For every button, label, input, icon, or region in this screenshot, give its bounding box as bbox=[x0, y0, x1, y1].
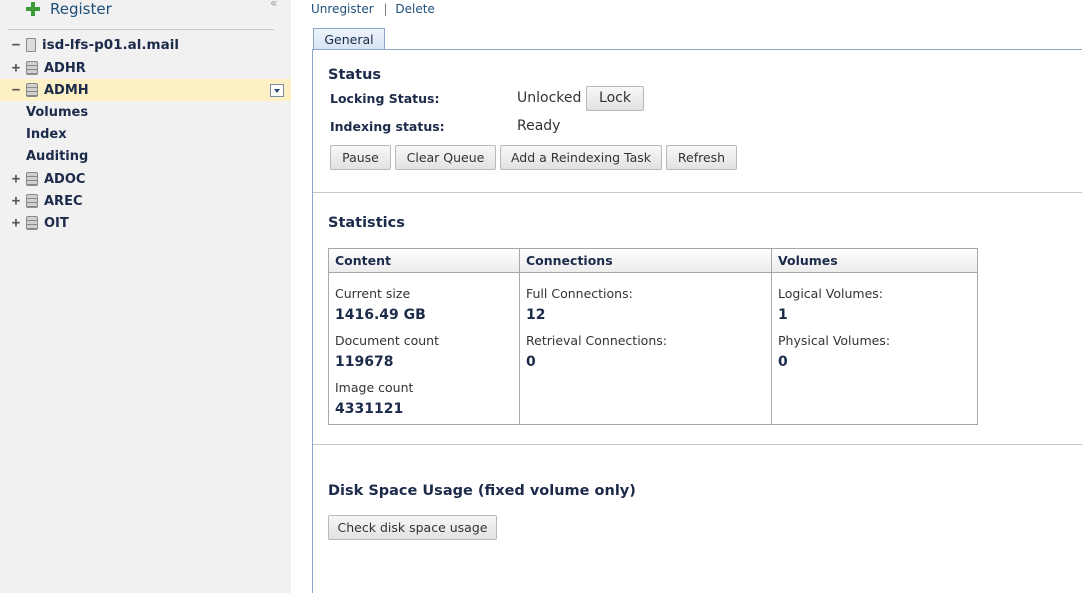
expand-toggle-icon[interactable]: + bbox=[8, 215, 24, 231]
tree-item-adoc[interactable]: + ADOC bbox=[0, 168, 291, 190]
disk-space-title: Disk Space Usage (fixed volume only) bbox=[328, 483, 636, 499]
clear-queue-button[interactable]: Clear Queue bbox=[395, 145, 496, 170]
tree-root[interactable]: − isd-lfs-p01.al.mail bbox=[0, 34, 291, 56]
statistics-table: Content Current size 1416.49 GB Document… bbox=[328, 248, 978, 425]
database-icon bbox=[26, 172, 38, 186]
expand-toggle-icon[interactable]: + bbox=[8, 193, 24, 209]
sidebar: Register « − isd-lfs-p01.al.mail + ADHR … bbox=[0, 0, 291, 593]
refresh-button[interactable]: Refresh bbox=[666, 145, 737, 170]
expand-toggle-icon[interactable]: + bbox=[8, 171, 24, 187]
dropdown-icon[interactable] bbox=[270, 84, 284, 97]
locking-status-label: Locking Status: bbox=[330, 91, 440, 106]
retrieval-connections-value: 0 bbox=[526, 354, 536, 370]
database-icon bbox=[26, 194, 38, 208]
add-icon bbox=[26, 2, 40, 16]
document-count-value: 119678 bbox=[335, 354, 394, 370]
stats-column-volumes: Volumes Logical Volumes: 1 Physical Volu… bbox=[771, 249, 977, 424]
statistics-title: Statistics bbox=[328, 215, 405, 231]
tree-item-label: AREC bbox=[44, 193, 83, 209]
lock-button[interactable]: Lock bbox=[586, 86, 644, 111]
locking-status-value: Unlocked bbox=[517, 90, 582, 106]
register-label: Register bbox=[50, 0, 112, 18]
tree-item-label: ADOC bbox=[44, 171, 86, 187]
tab-strip-border bbox=[313, 49, 1082, 50]
document-count-label: Document count bbox=[335, 333, 439, 348]
image-count-label: Image count bbox=[335, 380, 414, 395]
current-size-value: 1416.49 GB bbox=[335, 307, 426, 323]
current-size-label: Current size bbox=[335, 286, 411, 301]
status-title: Status bbox=[328, 67, 382, 83]
tree-item-label: ADMH bbox=[44, 82, 89, 98]
expand-toggle-icon[interactable]: + bbox=[8, 60, 24, 76]
check-disk-space-button[interactable]: Check disk space usage bbox=[328, 515, 497, 540]
collapse-toggle-icon[interactable]: − bbox=[8, 37, 24, 53]
tree-root-label: isd-lfs-p01.al.mail bbox=[42, 37, 179, 53]
column-header: Connections bbox=[520, 249, 771, 273]
tree-item-adhr[interactable]: + ADHR bbox=[0, 57, 291, 79]
tree-item-label: ADHR bbox=[44, 60, 86, 76]
database-icon bbox=[26, 83, 38, 97]
logical-volumes-label: Logical Volumes: bbox=[778, 286, 883, 301]
stats-column-connections: Connections Full Connections: 12 Retriev… bbox=[519, 249, 771, 424]
action-links: Unregister | Delete bbox=[311, 2, 435, 16]
column-header: Volumes bbox=[772, 249, 977, 273]
database-icon bbox=[26, 216, 38, 230]
tree-item-admh[interactable]: − ADMH bbox=[0, 79, 291, 101]
sidebar-divider bbox=[8, 29, 274, 30]
pause-button[interactable]: Pause bbox=[330, 145, 391, 170]
full-connections-label: Full Connections: bbox=[526, 286, 633, 301]
tree-item-oit[interactable]: + OIT bbox=[0, 212, 291, 234]
stats-column-content: Content Current size 1416.49 GB Document… bbox=[329, 249, 519, 424]
tree-item-arec[interactable]: + AREC bbox=[0, 190, 291, 212]
retrieval-connections-label: Retrieval Connections: bbox=[526, 333, 667, 348]
tree-item-volumes[interactable]: Volumes bbox=[26, 105, 88, 120]
physical-volumes-label: Physical Volumes: bbox=[778, 333, 891, 348]
database-icon bbox=[26, 61, 38, 75]
indexing-status-label: Indexing status: bbox=[330, 119, 445, 134]
section-divider bbox=[313, 444, 1082, 445]
unregister-link[interactable]: Unregister bbox=[311, 2, 374, 16]
delete-link[interactable]: Delete bbox=[395, 2, 434, 16]
indexing-status-value: Ready bbox=[517, 118, 561, 134]
section-divider bbox=[313, 192, 1082, 193]
tree-item-label: OIT bbox=[44, 215, 69, 231]
collapse-icon[interactable]: « bbox=[270, 0, 277, 10]
tree-item-index[interactable]: Index bbox=[26, 127, 67, 142]
full-connections-value: 12 bbox=[526, 307, 546, 323]
tree-item-auditing[interactable]: Auditing bbox=[26, 149, 88, 164]
logical-volumes-value: 1 bbox=[778, 307, 788, 323]
tab-general[interactable]: General bbox=[313, 28, 385, 50]
server-icon bbox=[26, 38, 36, 52]
link-separator: | bbox=[383, 2, 388, 16]
physical-volumes-value: 0 bbox=[778, 354, 788, 370]
image-count-value: 4331121 bbox=[335, 401, 404, 417]
column-header: Content bbox=[329, 249, 519, 273]
add-reindexing-task-button[interactable]: Add a Reindexing Task bbox=[500, 145, 662, 170]
panel-border bbox=[312, 49, 313, 593]
collapse-toggle-icon[interactable]: − bbox=[8, 82, 24, 98]
register-button[interactable]: Register bbox=[26, 0, 112, 18]
